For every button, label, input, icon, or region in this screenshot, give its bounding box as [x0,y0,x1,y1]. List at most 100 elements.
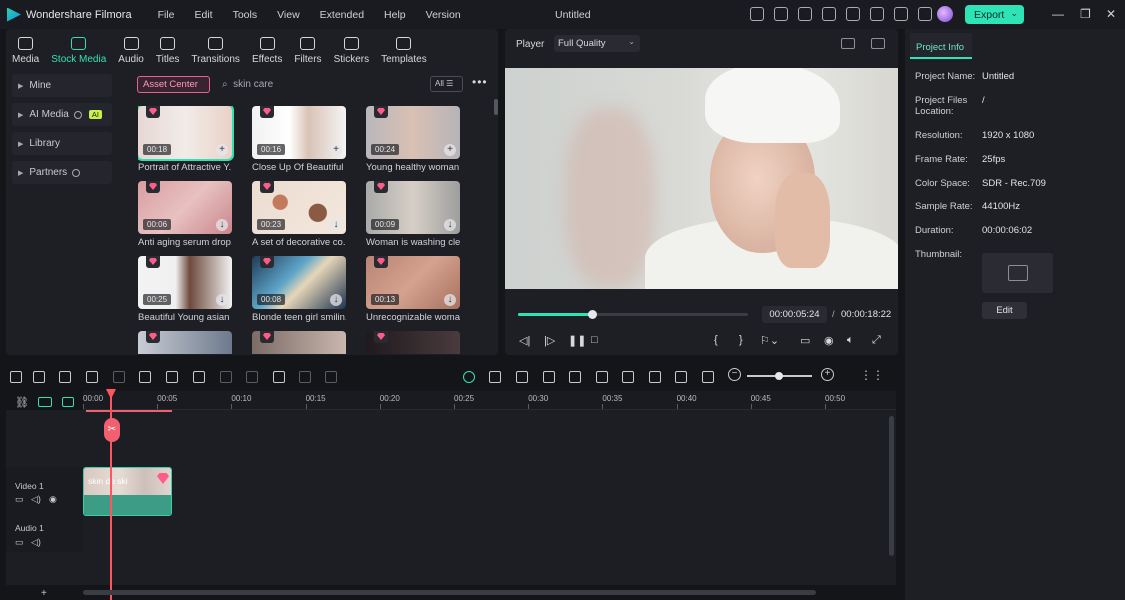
add-icon[interactable]: + [444,144,456,156]
delete-icon[interactable] [113,371,125,383]
add-icon[interactable]: + [330,144,342,156]
volume-icon[interactable]: ◁) [31,537,41,548]
add-icon[interactable]: + [216,144,228,156]
color-icon[interactable] [220,371,232,383]
quality-dropdown[interactable]: Full Quality ⌄ [554,35,640,52]
display-icon[interactable]: ▭ [800,334,810,347]
select-tool-icon[interactable] [33,371,45,383]
download-icon[interactable]: ↓ [330,294,342,306]
media-thumbnail[interactable]: 00:08 ↓ [252,256,346,309]
folder-icon[interactable]: ▭ [15,537,24,548]
shield-icon[interactable] [596,371,608,383]
mask-icon[interactable] [246,371,258,383]
media-card[interactable]: 00:23 ↓ A set of decorative co... [252,181,346,248]
subtitle-tool-icon[interactable] [675,371,687,383]
undo-icon[interactable] [59,371,71,383]
microphone-icon[interactable] [622,371,634,383]
avatar[interactable] [937,6,953,22]
zoom-out-icon[interactable]: − [728,368,741,381]
volume-icon[interactable]: ◁) [31,494,41,505]
cloud-project-icon[interactable] [798,7,812,21]
camera-icon[interactable]: ◉ [824,334,834,347]
media-scrollbar[interactable] [494,99,498,115]
media-thumbnail[interactable]: 00:06 ↓ [138,181,232,234]
video-clip[interactable]: skin do ski [83,467,172,516]
menu-help[interactable]: Help [384,9,406,21]
timeline-ruler[interactable]: 00:00 00:05 00:10 00:15 00:20 00:25 00:30 00:35… [83,391,896,410]
camera-record-icon[interactable] [543,371,555,383]
link-icon[interactable]: ⛓ [15,396,29,409]
media-thumbnail[interactable]: 00:16 + [252,106,346,159]
more-options-icon[interactable]: ••• [472,75,488,89]
video-preview[interactable] [505,68,898,289]
snap-icon[interactable] [489,371,501,383]
sidebar-item-partners[interactable]: ▶ Partners [12,161,112,184]
text-icon[interactable] [166,371,178,383]
marker-icon[interactable]: ⚐⌄ [760,334,779,347]
tab-templates[interactable]: Templates [375,29,433,65]
playback-progress[interactable] [518,310,748,319]
search-input[interactable]: ⌕ skin care [222,79,273,90]
media-card[interactable]: 00:08 ↓ Blonde teen girl smilin... [252,256,346,323]
previous-frame-icon[interactable]: ◁| [519,334,530,347]
menu-version[interactable]: Version [426,9,461,21]
edit-thumbnail-button[interactable]: Edit [982,302,1027,319]
restore-icon[interactable]: ❐ [1080,7,1091,21]
tab-project-info[interactable]: Project Info [910,33,972,59]
menu-view[interactable]: View [277,9,300,21]
tab-effects[interactable]: Effects [246,29,288,65]
media-card[interactable]: 00:25 ↓ Beautiful Young asian ... [138,256,232,323]
close-icon[interactable]: ✕ [1106,7,1116,21]
menu-file[interactable]: File [158,9,175,21]
media-card[interactable]: 00:13 ↓ Unrecognizable woma... [366,256,460,323]
layout-icon[interactable] [10,371,22,383]
media-thumbnail[interactable] [366,331,460,354]
progress-knob[interactable] [587,310,597,319]
media-card[interactable] [252,331,346,354]
crop-icon[interactable] [193,371,205,383]
download-icon[interactable]: ↓ [216,294,228,306]
save-icon[interactable] [846,7,860,21]
gift-icon[interactable] [750,7,764,21]
upload-icon[interactable] [870,7,884,21]
group-icon[interactable] [325,371,337,383]
headset-icon[interactable] [894,7,908,21]
pause-icon[interactable]: ❚❚ [568,334,586,347]
tab-transitions[interactable]: Transitions [185,29,246,65]
menu-tools[interactable]: Tools [233,9,258,21]
menu-edit[interactable]: Edit [194,9,212,21]
download-icon[interactable]: ↓ [444,294,456,306]
tab-stickers[interactable]: Stickers [328,29,376,65]
sidebar-item-library[interactable]: ▶ Library [12,132,112,155]
snapshot-view-icon[interactable] [871,38,885,49]
redo-icon[interactable] [86,371,98,383]
timeline-vertical-scrollbar[interactable] [889,416,894,556]
filter-dropdown[interactable]: All ☰ [430,76,463,92]
media-thumbnail[interactable]: 00:09 ↓ [366,181,460,234]
fit-timeline-icon[interactable] [702,371,714,383]
help-icon[interactable] [72,168,81,177]
download-icon[interactable]: ↓ [216,219,228,231]
mark-in-icon[interactable]: { [714,334,718,346]
menu-extended[interactable]: Extended [320,9,364,21]
mark-out-icon[interactable]: } [739,334,743,346]
media-card[interactable]: 00:24 + Young healthy woman... [366,106,460,173]
stop-icon[interactable]: □ [591,334,598,346]
media-thumbnail[interactable]: 00:24 + [366,106,460,159]
sidebar-item-ai-media[interactable]: ▶ AI Media AI [12,103,112,126]
media-card[interactable]: 00:16 + Close Up Of Beautiful ... [252,106,346,173]
download-icon[interactable]: ↓ [330,219,342,231]
audio-mix-icon[interactable] [649,371,661,383]
folder-icon[interactable]: ▭ [15,494,24,505]
next-frame-icon[interactable]: |▷ [544,334,555,347]
add-track-icon[interactable] [38,397,52,407]
help-icon[interactable] [73,110,82,119]
media-card[interactable] [366,331,460,354]
fullscreen-icon[interactable]: ⤢ [872,334,881,347]
add-track-plus-icon[interactable]: + [41,588,47,599]
track-manager-icon[interactable] [62,397,74,407]
media-card[interactable]: 00:06 ↓ Anti aging serum drop... [138,181,232,248]
render-icon[interactable] [569,371,581,383]
scissors-icon[interactable] [139,371,151,383]
tab-media[interactable]: Media [6,29,45,65]
